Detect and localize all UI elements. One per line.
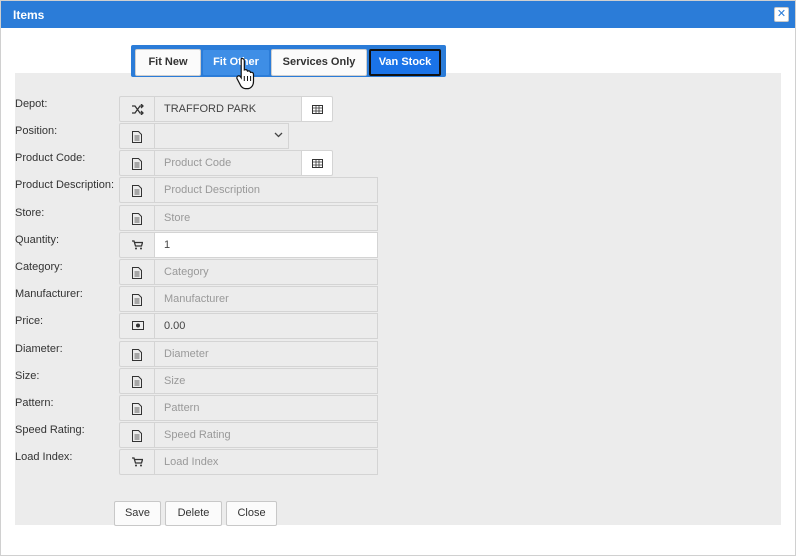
- speed-rating-addon: [119, 422, 155, 448]
- quantity-addon: [119, 232, 155, 258]
- product-code-lookup-button[interactable]: [301, 150, 333, 176]
- pattern-field[interactable]: Pattern: [154, 395, 378, 421]
- diameter-label: Diameter:: [15, 343, 63, 355]
- speed-rating-label: Speed Rating:: [15, 424, 85, 436]
- size-label: Size:: [15, 370, 40, 382]
- quantity-field[interactable]: 1: [154, 232, 378, 258]
- depot-label: Depot:: [15, 98, 48, 110]
- grid-icon: [312, 159, 323, 168]
- chevron-down-icon: [274, 132, 283, 138]
- product-code-addon: [119, 150, 155, 176]
- category-addon: [119, 259, 155, 285]
- document-icon: [132, 430, 142, 442]
- depot-lookup-button[interactable]: [301, 96, 333, 122]
- position-label: Position:: [15, 125, 58, 137]
- pattern-addon: [119, 395, 155, 421]
- diameter-addon: [119, 341, 155, 367]
- diameter-field[interactable]: Diameter: [154, 341, 378, 367]
- close-icon[interactable]: ✕: [774, 7, 789, 22]
- position-select[interactable]: [154, 123, 289, 149]
- product-description-field[interactable]: Product Description: [154, 177, 378, 203]
- grid-icon: [312, 105, 323, 114]
- size-field[interactable]: Size: [154, 368, 378, 394]
- product-description-addon: [119, 177, 155, 203]
- hand-pointer-icon: [236, 57, 255, 90]
- depot-addon: [119, 96, 155, 122]
- price-addon: [119, 313, 155, 339]
- document-icon: [132, 185, 142, 197]
- save-button[interactable]: Save: [114, 501, 161, 526]
- document-icon: [132, 349, 142, 361]
- cart-icon: [132, 240, 143, 250]
- tab-services-only[interactable]: Services Only: [271, 49, 367, 76]
- manufacturer-label: Manufacturer:: [15, 288, 83, 300]
- manufacturer-field[interactable]: Manufacturer: [154, 286, 378, 312]
- position-addon: [119, 123, 155, 149]
- document-icon: [132, 158, 142, 170]
- document-icon: [132, 294, 142, 306]
- quantity-label: Quantity:: [15, 234, 60, 246]
- tab-van-stock[interactable]: Van Stock: [369, 49, 441, 76]
- product-code-field[interactable]: Product Code: [154, 150, 302, 176]
- price-label: Price:: [15, 315, 44, 327]
- money-icon: [132, 321, 144, 330]
- delete-button[interactable]: Delete: [165, 501, 222, 526]
- dialog-titlebar: Items ✕: [1, 1, 795, 28]
- close-button[interactable]: Close: [226, 501, 277, 526]
- category-field[interactable]: Category: [154, 259, 378, 285]
- shuffle-icon: [132, 104, 144, 115]
- document-icon: [132, 131, 142, 143]
- load-index-addon: [119, 449, 155, 475]
- store-addon: [119, 205, 155, 231]
- document-icon: [132, 403, 142, 415]
- document-icon: [132, 213, 142, 225]
- tab-bar: Fit New Fit Other Services Only Van Stoc…: [131, 45, 446, 77]
- load-index-label: Load Index:: [15, 451, 73, 463]
- document-icon: [132, 376, 142, 388]
- price-field[interactable]: 0.00: [154, 313, 378, 339]
- product-description-label: Product Description:: [15, 179, 115, 191]
- dialog-title: Items: [13, 8, 45, 22]
- tab-fit-new[interactable]: Fit New: [135, 49, 201, 76]
- cart-icon: [132, 457, 143, 467]
- product-code-label: Product Code:: [15, 152, 86, 164]
- size-addon: [119, 368, 155, 394]
- manufacturer-addon: [119, 286, 155, 312]
- items-dialog: Items ✕ Fit New Fit Other Services Only …: [0, 0, 796, 556]
- category-label: Category:: [15, 261, 63, 273]
- document-icon: [132, 267, 142, 279]
- load-index-field[interactable]: Load Index: [154, 449, 378, 475]
- speed-rating-field[interactable]: Speed Rating: [154, 422, 378, 448]
- store-label: Store:: [15, 207, 45, 219]
- pattern-label: Pattern:: [15, 397, 54, 409]
- depot-field[interactable]: TRAFFORD PARK: [154, 96, 302, 122]
- store-field[interactable]: Store: [154, 205, 378, 231]
